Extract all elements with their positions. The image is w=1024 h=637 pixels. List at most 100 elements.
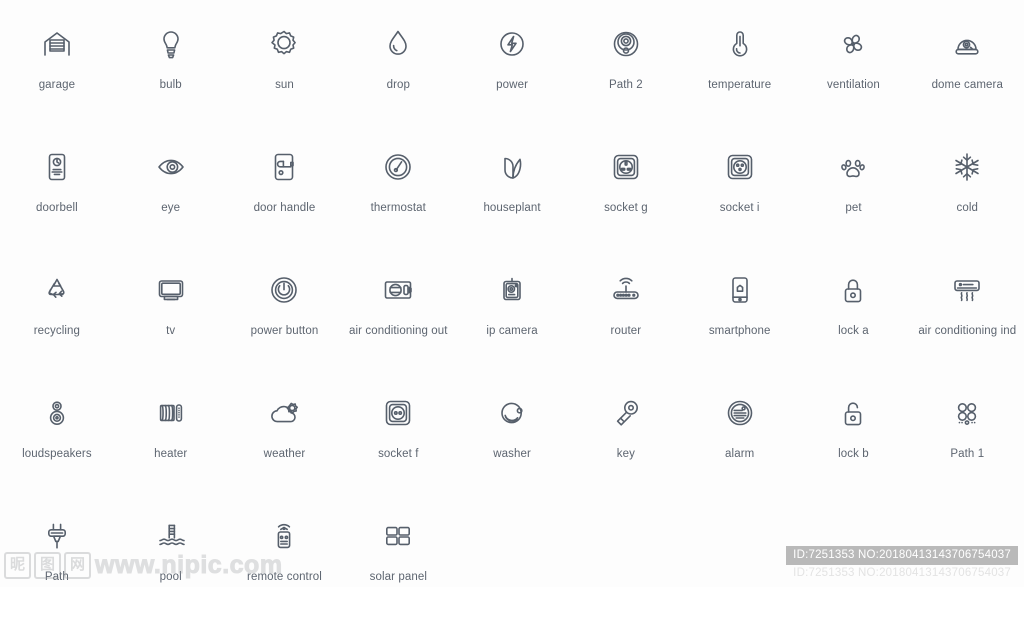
- icon-cell-key[interactable]: key: [569, 391, 683, 514]
- icon-cell-heater[interactable]: heater: [114, 391, 228, 514]
- icon-label: ventilation: [827, 79, 880, 91]
- icon-cell-path-2[interactable]: Path 2: [569, 22, 683, 145]
- icon-cell-solar-panel[interactable]: solar panel: [341, 514, 455, 637]
- icon-label: socket g: [604, 202, 648, 214]
- icon-cell-power[interactable]: power: [455, 22, 569, 145]
- icon-cell-remote-control[interactable]: remote control: [228, 514, 342, 637]
- icon-label: socket f: [378, 448, 419, 460]
- hob-icon: [945, 391, 989, 435]
- socket-f-icon: [376, 391, 420, 435]
- icon-label: temperature: [708, 79, 772, 91]
- icon-label: cold: [956, 202, 979, 214]
- ip-camera-icon: [490, 268, 534, 312]
- icon-label: alarm: [725, 448, 755, 460]
- icon-label: lock b: [838, 448, 869, 460]
- icon-cell-tv[interactable]: tv: [114, 268, 228, 391]
- router-icon: [604, 268, 648, 312]
- icon-cell-lock-b[interactable]: lock b: [797, 391, 911, 514]
- socket-g-icon: [604, 145, 648, 189]
- robot-vacuum-icon: [604, 22, 648, 66]
- icon-cell-power-button[interactable]: power button: [228, 268, 342, 391]
- pool-icon: [149, 514, 193, 558]
- icon-cell-air-conditioning-ind[interactable]: air conditioning ind: [910, 268, 1024, 391]
- icon-cell-cold[interactable]: cold: [910, 145, 1024, 268]
- lock-open-icon: [831, 391, 875, 435]
- icon-cell-houseplant[interactable]: houseplant: [455, 145, 569, 268]
- icon-cell-dome-camera[interactable]: dome camera: [910, 22, 1024, 145]
- tv-icon: [149, 268, 193, 312]
- leaf-icon: [490, 145, 534, 189]
- remote-control-icon: [262, 514, 306, 558]
- icon-cell-washer[interactable]: washer: [455, 391, 569, 514]
- thermometer-icon: [718, 22, 762, 66]
- loudspeaker-icon: [35, 391, 79, 435]
- power-button-icon: [262, 268, 306, 312]
- icon-label: Path 2: [608, 79, 643, 91]
- icon-label: recycling: [33, 325, 81, 337]
- socket-i-icon: [718, 145, 762, 189]
- cloud-sun-icon: [262, 391, 306, 435]
- icon-cell-socket-i[interactable]: socket i: [683, 145, 797, 268]
- smartphone-icon: [718, 268, 762, 312]
- icon-cell-recycling[interactable]: recycling: [0, 268, 114, 391]
- icon-cell-weather[interactable]: weather: [228, 391, 342, 514]
- icon-cell-bulb[interactable]: bulb: [114, 22, 228, 145]
- icon-label: heater: [154, 448, 188, 460]
- radiator-icon: [149, 391, 193, 435]
- snowflake-icon: [945, 145, 989, 189]
- eye-icon: [149, 145, 193, 189]
- icon-label: Path 1: [950, 448, 985, 460]
- icon-cell-socket-f[interactable]: socket f: [341, 391, 455, 514]
- dome-camera-icon: [945, 22, 989, 66]
- icon-cell-pool[interactable]: pool: [114, 514, 228, 637]
- icon-cell-ip-camera[interactable]: ip camera: [455, 268, 569, 391]
- icon-label: power button: [250, 325, 319, 337]
- icon-label: bulb: [159, 79, 182, 91]
- icon-cell-path-1[interactable]: Path 1: [910, 391, 1024, 514]
- icon-label: weather: [263, 448, 306, 460]
- icon-cell-path[interactable]: Path: [0, 514, 114, 637]
- icon-label: remote control: [247, 571, 322, 583]
- icon-cell-loudspeakers[interactable]: loudspeakers: [0, 391, 114, 514]
- icon-label: power: [496, 79, 528, 91]
- icon-cell-drop[interactable]: drop: [341, 22, 455, 145]
- garage-icon: [35, 22, 79, 66]
- icon-cell-air-conditioning-out[interactable]: air conditioning out: [341, 268, 455, 391]
- icon-label: solar panel: [369, 571, 427, 583]
- icon-cell-doorbell[interactable]: doorbell: [0, 145, 114, 268]
- icon-cell-sun[interactable]: sun: [228, 22, 342, 145]
- icon-cell-pet[interactable]: pet: [797, 145, 911, 268]
- icon-label: pool: [159, 571, 182, 583]
- icon-label: socket i: [719, 202, 760, 214]
- recycling-icon: [35, 268, 79, 312]
- icon-cell-eye[interactable]: eye: [114, 145, 228, 268]
- thermostat-icon: [376, 145, 420, 189]
- icon-cell-ventilation[interactable]: ventilation: [797, 22, 911, 145]
- icon-cell-temperature[interactable]: temperature: [683, 22, 797, 145]
- icon-label: air conditioning ind: [918, 325, 1017, 337]
- icon-cell-thermostat[interactable]: thermostat: [341, 145, 455, 268]
- icon-label: doorbell: [36, 202, 78, 214]
- icon-label: tv: [166, 325, 176, 337]
- doorbell-icon: [35, 145, 79, 189]
- icon-label: houseplant: [483, 202, 541, 214]
- icon-cell-alarm[interactable]: alarm: [683, 391, 797, 514]
- icon-cell-router[interactable]: router: [569, 268, 683, 391]
- icon-label: thermostat: [370, 202, 426, 214]
- icon-cell-socket-g[interactable]: socket g: [569, 145, 683, 268]
- paw-icon: [831, 145, 875, 189]
- drop-icon: [376, 22, 420, 66]
- key-icon: [604, 391, 648, 435]
- icon-label: Path: [44, 571, 69, 583]
- icon-label: washer: [493, 448, 531, 460]
- icon-grid: garage bulb sun drop power Path 2 temperature v…: [0, 0, 1024, 637]
- icon-label: drop: [386, 79, 410, 91]
- solar-panel-icon: [376, 514, 420, 558]
- icon-label: smartphone: [708, 325, 771, 337]
- bulb-icon: [149, 22, 193, 66]
- icon-cell-lock-a[interactable]: lock a: [797, 268, 911, 391]
- icon-cell-smartphone[interactable]: smartphone: [683, 268, 797, 391]
- icon-cell-door-handle[interactable]: door handle: [228, 145, 342, 268]
- icon-label: pet: [845, 202, 862, 214]
- icon-cell-garage[interactable]: garage: [0, 22, 114, 145]
